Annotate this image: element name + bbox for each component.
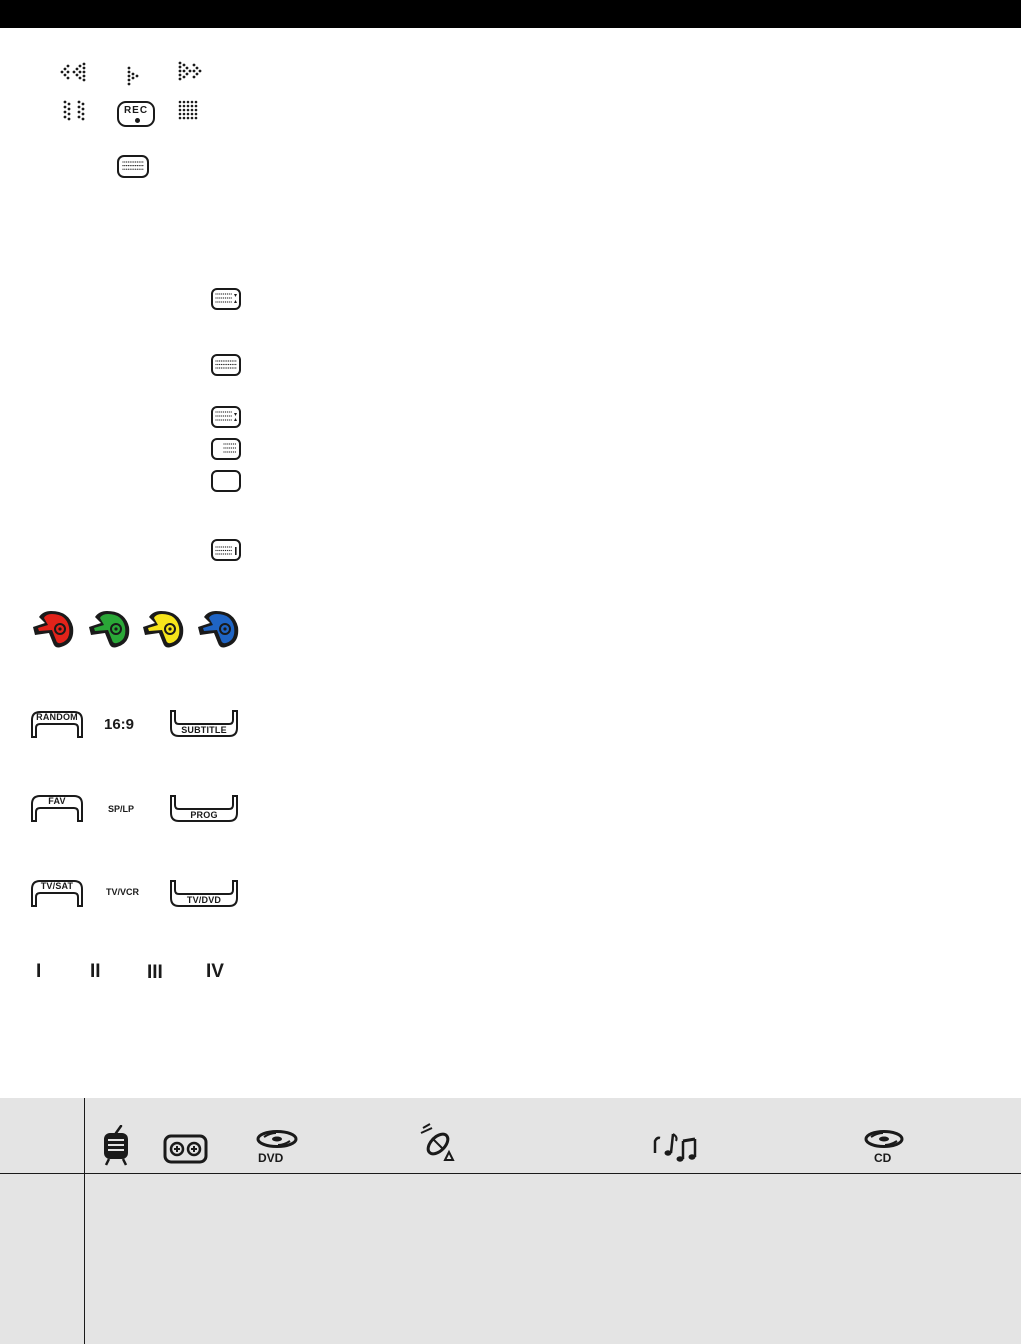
random-label: RANDOM bbox=[36, 712, 78, 722]
prog-button[interactable]: PROG bbox=[168, 795, 240, 823]
sp-lp-button[interactable]: SP/LP bbox=[108, 804, 134, 814]
key-iv[interactable]: IV bbox=[206, 961, 224, 983]
tv-vcr-button[interactable]: TV/VCR bbox=[106, 887, 139, 897]
stop-icon bbox=[178, 100, 198, 120]
fav-button[interactable]: FAV bbox=[29, 794, 85, 822]
blue-key[interactable] bbox=[196, 609, 242, 649]
play-icon bbox=[127, 66, 139, 86]
record-label: REC bbox=[123, 105, 149, 116]
teletext-mix-button[interactable] bbox=[211, 438, 241, 460]
dvd-label: DVD bbox=[258, 1151, 284, 1165]
subtitle-button[interactable]: SUBTITLE bbox=[168, 710, 240, 738]
random-button[interactable]: RANDOM bbox=[29, 710, 85, 738]
teletext-off-button[interactable] bbox=[211, 470, 241, 492]
record-button[interactable]: REC bbox=[117, 101, 155, 127]
prog-label: PROG bbox=[190, 810, 218, 820]
fast-forward-icon bbox=[178, 61, 202, 81]
tv-dvd-label: TV/DVD bbox=[186, 895, 222, 905]
cd-disc-icon bbox=[864, 1130, 904, 1148]
tv-icon bbox=[104, 1125, 128, 1166]
key-ii[interactable]: II bbox=[90, 961, 101, 983]
fav-label: FAV bbox=[48, 796, 66, 806]
yellow-key[interactable] bbox=[141, 609, 187, 649]
music-notes-icon bbox=[653, 1133, 697, 1162]
aspect-ratio-button[interactable]: 16:9 bbox=[104, 716, 134, 733]
cd-label: CD bbox=[874, 1151, 892, 1165]
key-i[interactable]: I bbox=[36, 961, 41, 983]
subtitle-label: SUBTITLE bbox=[181, 725, 227, 735]
rewind-icon bbox=[60, 62, 86, 82]
tv-dvd-button[interactable]: TV/DVD bbox=[168, 880, 240, 908]
device-table: DVD CD bbox=[0, 1098, 1021, 1344]
tv-sat-label: TV/SAT bbox=[40, 881, 74, 891]
satellite-dish-icon bbox=[420, 1123, 455, 1161]
pause-icon bbox=[63, 100, 85, 121]
green-key[interactable] bbox=[87, 609, 133, 649]
red-key[interactable] bbox=[31, 609, 77, 649]
teletext-hold-button[interactable] bbox=[211, 406, 241, 428]
record-dot-icon bbox=[135, 118, 140, 123]
tv-sat-button[interactable]: TV/SAT bbox=[29, 879, 85, 907]
teletext-index-button[interactable] bbox=[211, 539, 241, 561]
table-divider-horizontal bbox=[0, 1173, 1021, 1174]
key-iii[interactable]: III bbox=[147, 962, 163, 984]
teletext-updown-button[interactable] bbox=[211, 288, 241, 310]
header-bar bbox=[0, 0, 1021, 28]
dvd-disc-icon bbox=[256, 1130, 298, 1148]
menu-button[interactable] bbox=[117, 155, 149, 178]
teletext-on-button[interactable] bbox=[211, 354, 241, 376]
table-divider-vertical bbox=[84, 1098, 85, 1344]
vcr-tape-icon bbox=[163, 1134, 208, 1164]
